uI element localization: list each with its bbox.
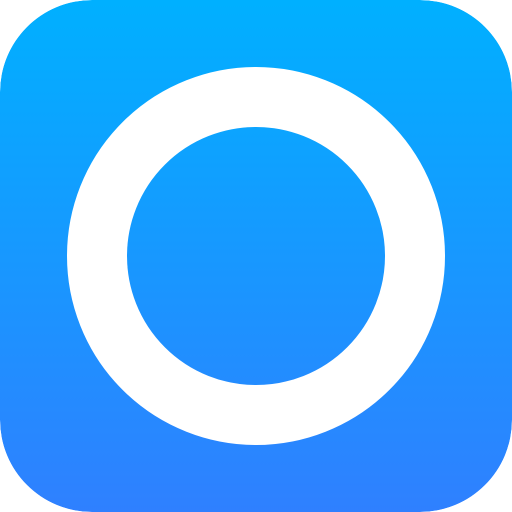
app-icon[interactable] xyxy=(0,0,512,512)
app-icon-graphic xyxy=(0,0,512,512)
